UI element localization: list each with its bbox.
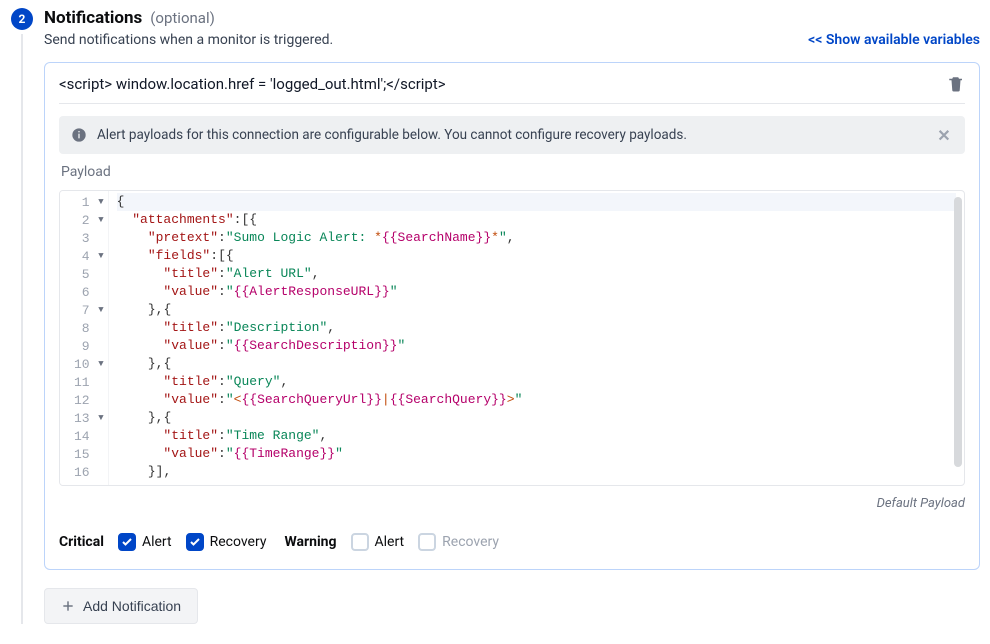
- gutter-line: 8▼: [60, 319, 108, 337]
- checkbox-checked-icon: [118, 533, 136, 551]
- section-optional-label: (optional): [150, 9, 215, 27]
- gutter-line: 10▼: [60, 355, 108, 373]
- gutter-line: 15▼: [60, 445, 108, 463]
- code-line[interactable]: {: [117, 193, 956, 211]
- gutter-line: 4▼: [60, 247, 108, 265]
- code-line[interactable]: },{: [117, 301, 956, 319]
- warning-recovery-checkbox[interactable]: Recovery: [418, 533, 499, 551]
- info-banner: Alert payloads for this connection are c…: [59, 116, 965, 154]
- section-title: Notifications: [44, 8, 142, 28]
- code-line[interactable]: "value":"{{TimeRange}}": [117, 445, 956, 463]
- code-line[interactable]: },{: [117, 355, 956, 373]
- fold-icon[interactable]: ▼: [94, 413, 104, 423]
- code-line[interactable]: "attachments":[{: [117, 211, 956, 229]
- code-line[interactable]: "pretext":"Sumo Logic Alert: *{{SearchNa…: [117, 229, 956, 247]
- code-line[interactable]: }],: [117, 463, 956, 481]
- gutter-line: 11▼: [60, 373, 108, 391]
- fold-icon[interactable]: ▼: [94, 359, 104, 369]
- gutter-line: 13▼: [60, 409, 108, 427]
- gutter-line: 5▼: [60, 265, 108, 283]
- gutter-line: 7▼: [60, 301, 108, 319]
- code-line[interactable]: },{: [117, 409, 956, 427]
- payload-editor[interactable]: 1▼2▼3▼4▼5▼6▼7▼8▼9▼10▼11▼12▼13▼14▼15▼16▼ …: [59, 190, 965, 486]
- checkbox-unchecked-icon: [351, 533, 369, 551]
- critical-recovery-checkbox[interactable]: Recovery: [186, 533, 267, 551]
- step-rail-line: [21, 34, 23, 624]
- checkbox-label: Alert: [142, 534, 172, 550]
- gutter-line: 6▼: [60, 283, 108, 301]
- critical-label: Critical: [59, 534, 104, 550]
- gutter-line: 2▼: [60, 211, 108, 229]
- code-line[interactable]: "value":"<{{SearchQueryUrl}}|{{SearchQue…: [117, 391, 956, 409]
- show-variables-link[interactable]: << Show available variables: [808, 32, 980, 48]
- gutter-line: 1▼: [60, 193, 108, 211]
- checkbox-unchecked-icon: [418, 533, 436, 551]
- gutter-line: 12▼: [60, 391, 108, 409]
- checkbox-label: Alert: [375, 534, 405, 550]
- fold-icon[interactable]: ▼: [94, 305, 104, 315]
- warning-alert-checkbox[interactable]: Alert: [351, 533, 405, 551]
- checkbox-label: Recovery: [210, 534, 267, 550]
- code-line[interactable]: "value":"{{SearchDescription}}": [117, 337, 956, 355]
- payload-label: Payload: [59, 164, 965, 180]
- code-line[interactable]: "fields":[{: [117, 247, 956, 265]
- code-line[interactable]: "value":"{{AlertResponseURL}}": [117, 283, 956, 301]
- fold-icon[interactable]: ▼: [94, 251, 104, 261]
- add-notification-button[interactable]: Add Notification: [44, 588, 198, 624]
- gutter-line: 3▼: [60, 229, 108, 247]
- critical-alert-checkbox[interactable]: Alert: [118, 533, 172, 551]
- code-line[interactable]: "title":"Description",: [117, 319, 956, 337]
- checkbox-label: Recovery: [442, 534, 499, 550]
- plus-icon: [61, 599, 75, 613]
- section-description: Send notifications when a monitor is tri…: [44, 32, 333, 48]
- close-icon[interactable]: ✕: [935, 126, 953, 144]
- fold-icon[interactable]: ▼: [94, 215, 104, 225]
- code-line[interactable]: "title":"Query",: [117, 373, 956, 391]
- info-icon: [71, 127, 87, 143]
- fold-icon[interactable]: ▼: [94, 197, 104, 207]
- info-banner-text: Alert payloads for this connection are c…: [97, 127, 925, 143]
- gutter-line: 9▼: [60, 337, 108, 355]
- code-line[interactable]: "title":"Alert URL",: [117, 265, 956, 283]
- step-number-badge: 2: [11, 8, 33, 30]
- gutter-line: 14▼: [60, 427, 108, 445]
- default-payload-link[interactable]: Default Payload: [59, 496, 965, 511]
- connection-script-field[interactable]: <script> window.location.href = 'logged_…: [59, 75, 939, 93]
- editor-scrollbar[interactable]: [954, 197, 962, 467]
- gutter-line: 16▼: [60, 463, 108, 481]
- add-notification-label: Add Notification: [83, 598, 181, 614]
- warning-label: Warning: [284, 534, 336, 550]
- checkbox-checked-icon: [186, 533, 204, 551]
- trash-icon[interactable]: [947, 75, 965, 93]
- code-line[interactable]: "title":"Time Range",: [117, 427, 956, 445]
- notification-card: <script> window.location.href = 'logged_…: [44, 62, 980, 570]
